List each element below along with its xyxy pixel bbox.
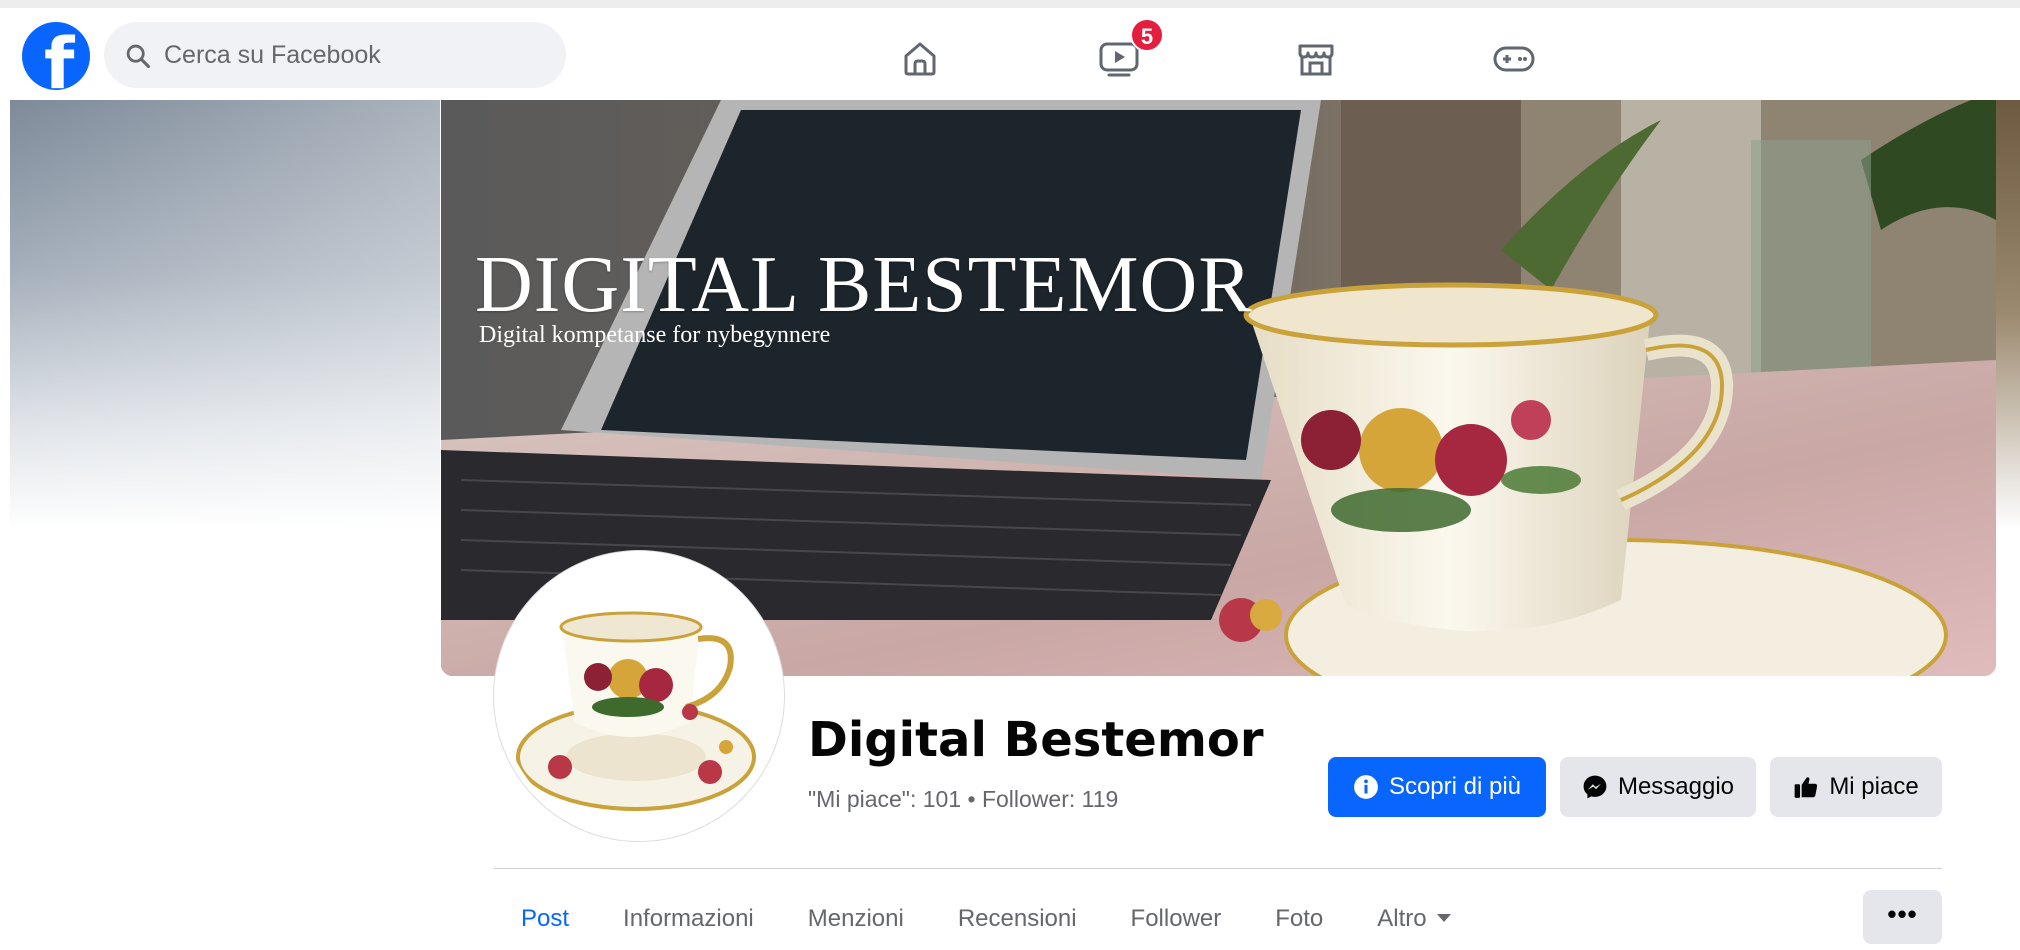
search-box[interactable]	[104, 22, 566, 88]
cover-title: DIGITAL BESTEMOR	[475, 241, 1253, 329]
search-input[interactable]	[164, 22, 544, 88]
cover-subtitle: Digital kompetanse for nybegynnere	[479, 322, 831, 348]
like-label: Mi piace	[1829, 773, 1919, 800]
section-divider	[494, 868, 1942, 869]
notification-badge: 5	[1130, 18, 1164, 52]
caret-down-icon	[1436, 914, 1451, 922]
top-navbar: f 5	[0, 8, 2020, 100]
learn-more-label: Scopri di più	[1388, 773, 1522, 800]
top-border	[0, 0, 2020, 8]
learn-more-button[interactable]: Scopri di più	[1328, 757, 1546, 817]
tab-post[interactable]: Post	[494, 888, 596, 944]
tab-altro[interactable]: Altro	[1350, 888, 1477, 944]
tab-informazioni[interactable]: Informazioni	[596, 888, 781, 944]
like-button[interactable]: Mi piace	[1770, 757, 1942, 817]
page-tabs: Post Informazioni Menzioni Recensioni Fo…	[494, 888, 1478, 944]
messenger-icon	[1583, 775, 1607, 799]
search-icon	[126, 44, 151, 69]
tab-recensioni[interactable]: Recensioni	[931, 888, 1104, 944]
tab-foto[interactable]: Foto	[1248, 888, 1350, 944]
marketplace-icon[interactable]	[1294, 36, 1338, 80]
more-options-button[interactable]: •••	[1863, 890, 1942, 944]
cover-backdrop-right	[1996, 100, 2020, 530]
tab-altro-label: Altro	[1377, 905, 1427, 932]
message-button[interactable]: Messaggio	[1560, 757, 1756, 817]
home-icon[interactable]	[898, 36, 942, 80]
facebook-logo[interactable]: f	[22, 22, 90, 90]
page-stats: "Mi piace": 101 • Follower: 119	[808, 786, 1119, 812]
tab-menzioni[interactable]: Menzioni	[781, 888, 931, 944]
cover-backdrop-left	[10, 100, 440, 530]
teacup-avatar-image	[500, 557, 778, 835]
thumbs-up-icon	[1794, 777, 1818, 798]
more-options-label: •••	[1887, 899, 1918, 929]
profile-picture[interactable]	[494, 551, 784, 841]
gaming-icon[interactable]	[1492, 36, 1536, 80]
message-label: Messaggio	[1617, 773, 1735, 800]
info-icon	[1354, 775, 1378, 799]
tab-follower[interactable]: Follower	[1104, 888, 1249, 944]
page-title: Digital Bestemor	[808, 712, 1264, 768]
